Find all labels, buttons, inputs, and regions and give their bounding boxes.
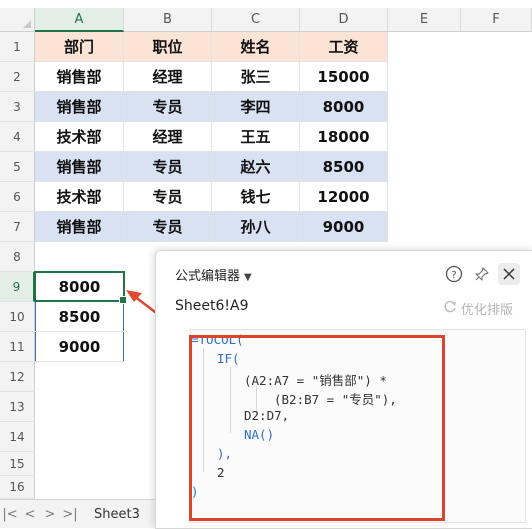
optimize-layout-button[interactable]: 优化排版 bbox=[443, 299, 513, 318]
pin-icon[interactable] bbox=[471, 263, 493, 285]
next-sheet-button[interactable]: > bbox=[40, 507, 60, 522]
help-icon[interactable]: ? bbox=[443, 263, 465, 285]
last-sheet-button[interactable]: >| bbox=[60, 507, 80, 522]
first-sheet-button[interactable]: |< bbox=[0, 507, 20, 522]
formula-editor-title[interactable]: 公式编辑器 ▼ bbox=[175, 265, 252, 284]
sheet-tab-current[interactable]: Sheet3 bbox=[94, 507, 140, 522]
formula-editor-title-text: 公式编辑器 bbox=[175, 269, 241, 284]
sheet-tab-bar: |< < > >| Sheet3 bbox=[0, 499, 160, 528]
formula-cell-reference: Sheet6!A9 bbox=[175, 298, 249, 314]
optimize-label: 优化排版 bbox=[460, 303, 513, 318]
formula-highlight-box bbox=[189, 335, 445, 521]
optimize-icon bbox=[443, 300, 457, 318]
svg-text:?: ? bbox=[451, 270, 456, 281]
prev-sheet-button[interactable]: < bbox=[20, 507, 40, 522]
chevron-down-icon[interactable]: ▼ bbox=[244, 272, 252, 283]
close-icon[interactable] bbox=[498, 263, 520, 285]
